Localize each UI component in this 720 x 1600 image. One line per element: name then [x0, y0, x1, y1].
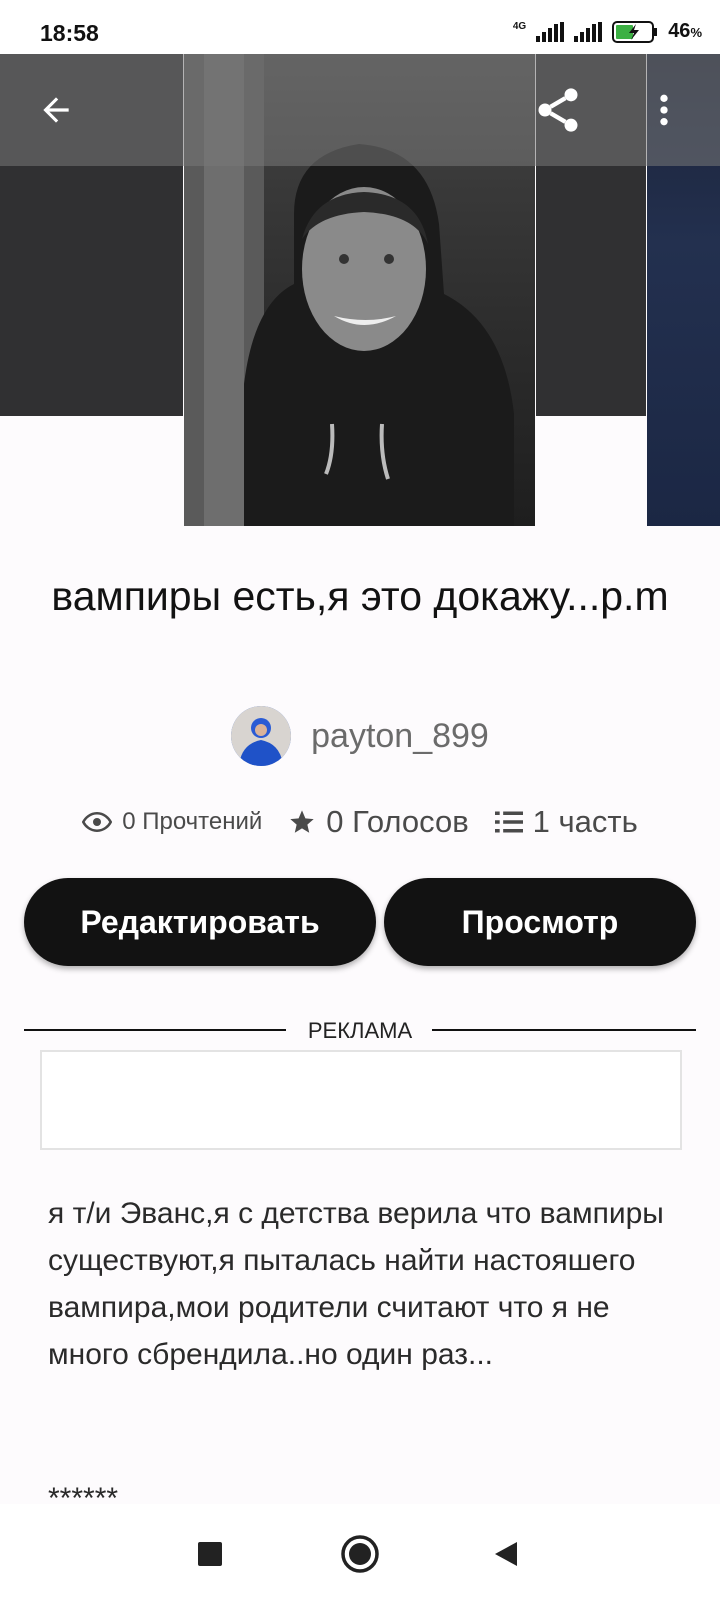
share-icon — [538, 88, 578, 132]
eye-icon — [82, 811, 113, 833]
ad-banner[interactable] — [40, 1050, 682, 1150]
edit-button[interactable]: Редактировать — [24, 878, 376, 966]
signal-icon — [536, 21, 565, 42]
battery-percent: 46% — [668, 20, 702, 42]
signal-icon-2 — [574, 21, 603, 42]
reads-stat: 0 Прочтений — [82, 808, 262, 836]
story-description: я т/и Эванс,я с детства верила что вампи… — [48, 1197, 664, 1371]
more-vert-icon — [660, 94, 668, 126]
votes-stat: 0 Голосов — [288, 804, 469, 840]
status-time: 18:58 — [40, 20, 99, 46]
list-icon — [494, 811, 523, 833]
cover-area — [0, 54, 720, 526]
status-bar: 18:58 4G 46% — [0, 0, 720, 54]
circle-icon — [341, 1535, 379, 1573]
square-icon — [198, 1542, 222, 1566]
reads-count: 0 Прочтений — [122, 808, 263, 835]
author-row[interactable]: payton_899 — [0, 706, 720, 766]
app-bar — [0, 54, 720, 166]
nav-back-button[interactable] — [476, 1524, 536, 1584]
avatar-image — [231, 706, 292, 766]
ad-label: РЕКЛАМА — [307, 1018, 413, 1043]
avatar[interactable] — [231, 706, 292, 766]
arrow-left-icon — [43, 97, 69, 123]
votes-count: 0 Голосов — [326, 804, 469, 839]
status-icons: 4G 46% — [513, 20, 702, 43]
parts-count: 1 часть — [532, 804, 638, 839]
triangle-back-icon — [495, 1542, 517, 1566]
story-stats: 0 Прочтений 0 Голосов 1 часть — [0, 804, 720, 840]
system-nav-bar — [0, 1504, 720, 1600]
parts-stat[interactable]: 1 часть — [494, 804, 638, 840]
network-type: 4G — [512, 20, 527, 32]
recents-button[interactable] — [180, 1524, 240, 1584]
story-title: вампиры есть,я это докажу...p.m — [51, 573, 669, 619]
author-name[interactable]: payton_899 — [311, 717, 489, 756]
share-button[interactable] — [528, 80, 588, 140]
view-button[interactable]: Просмотр — [384, 878, 696, 966]
home-button[interactable] — [330, 1524, 390, 1584]
ad-divider-right — [432, 1029, 696, 1031]
star-icon — [290, 810, 314, 833]
more-options-button[interactable] — [634, 80, 694, 140]
back-button[interactable] — [26, 80, 86, 140]
battery-icon — [612, 20, 658, 43]
